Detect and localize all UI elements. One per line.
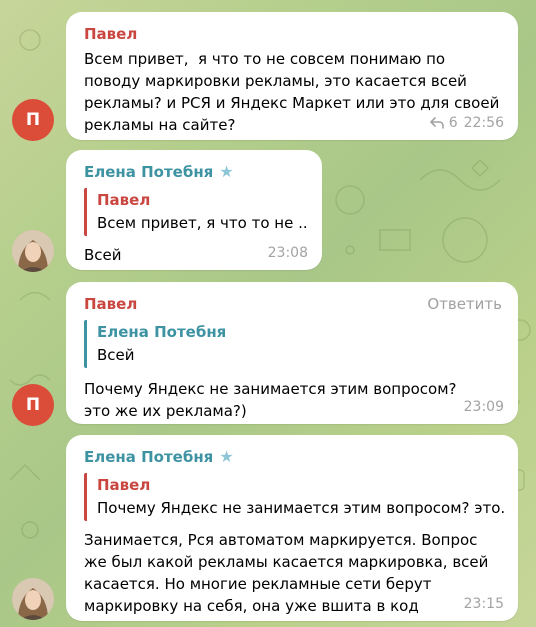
- quote-author: Павел: [97, 476, 151, 494]
- avatar-initial: П: [25, 110, 41, 130]
- message-meta: 23:09: [464, 398, 504, 416]
- replies-counter[interactable]: 6: [429, 114, 458, 132]
- user-photo-icon: [12, 230, 54, 272]
- quote-text: Всей: [97, 346, 135, 364]
- message-meta: 23:08: [268, 244, 308, 262]
- reply-quote[interactable]: Елена Потебня Всей: [84, 320, 504, 368]
- avatar-initial: П: [25, 395, 41, 415]
- message-time: 23:15: [463, 596, 504, 612]
- quote-author: Елена Потебня: [97, 323, 227, 341]
- message-author[interactable]: Елена Потебня: [84, 447, 213, 467]
- message-text: Почему Яндекс не занимается этим вопросо…: [84, 380, 462, 420]
- message-meta: 6 22:56: [429, 114, 504, 132]
- message-bubble[interactable]: Елена Потебня ★ Павел Почему Яндекс не за…: [66, 435, 518, 621]
- message-bubble[interactable]: Павел Ответить Елена Потебня Всей Почему…: [66, 282, 518, 424]
- message-author[interactable]: Павел: [84, 24, 137, 44]
- quote-text: Всем привет, я что то не ...: [97, 214, 308, 232]
- avatar[interactable]: П: [12, 99, 54, 141]
- message-bubble[interactable]: Елена Потебня ★ Павел Всем привет, я что …: [66, 150, 322, 270]
- avatar[interactable]: П: [12, 384, 54, 426]
- reply-quote[interactable]: Павел Всем привет, я что то не ...: [84, 188, 308, 236]
- message-time: 23:08: [267, 245, 308, 261]
- avatar[interactable]: [12, 578, 54, 620]
- quote-text: Почему Яндекс не занимается этим вопросо…: [97, 499, 504, 517]
- reply-button[interactable]: Ответить: [427, 294, 502, 314]
- message-time: 23:09: [463, 399, 504, 415]
- message-author[interactable]: Павел: [84, 294, 137, 314]
- message-text: Занимается, Рся автоматом маркируется. В…: [84, 531, 494, 615]
- quote-author: Павел: [97, 191, 151, 209]
- reply-quote[interactable]: Павел Почему Яндекс не занимается этим в…: [84, 473, 504, 521]
- avatar[interactable]: [12, 230, 54, 272]
- user-photo-icon: [12, 578, 54, 620]
- reply-arrow-icon: [429, 117, 444, 129]
- message-time: 22:56: [463, 115, 504, 131]
- star-icon: ★: [219, 162, 234, 181]
- message-author[interactable]: Елена Потебня: [84, 162, 213, 182]
- replies-count: 6: [448, 115, 458, 131]
- message-meta: 23:15: [464, 595, 504, 613]
- message-bubble[interactable]: Павел Всем привет, я что то не совсем по…: [66, 12, 518, 140]
- star-icon: ★: [219, 447, 234, 466]
